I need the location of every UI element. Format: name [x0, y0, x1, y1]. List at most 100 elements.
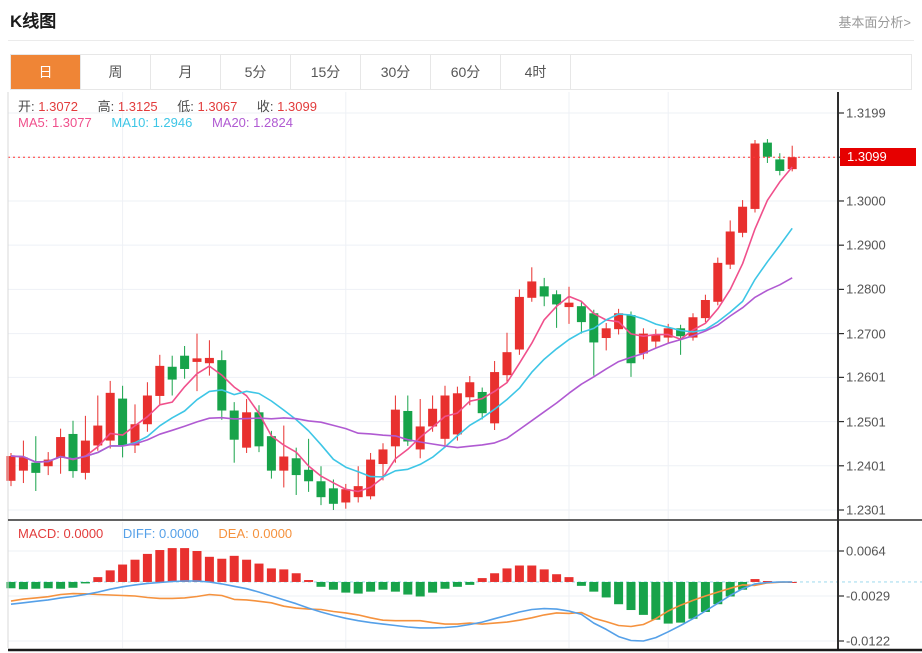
macd-histogram-bar	[676, 581, 686, 623]
candle-body	[601, 328, 611, 339]
ma20-label: MA20:	[211, 115, 250, 130]
ma10-value: 1.2946	[152, 115, 193, 130]
diff-value: 0.0000	[159, 526, 199, 541]
macd-histogram-bar	[155, 550, 165, 582]
macd-histogram-bar	[539, 569, 549, 582]
candle-body	[118, 398, 128, 446]
candle-body	[403, 410, 413, 442]
candle-body	[18, 457, 28, 471]
macd-axis-label: -0.0122	[846, 633, 891, 649]
close-label: 收:	[256, 99, 274, 114]
macd-histogram-bar	[80, 581, 90, 584]
diff-line	[10, 580, 793, 642]
macd-histogram-bar	[750, 579, 760, 582]
price-axis-label: 1.2401	[846, 458, 886, 474]
candle-body	[465, 382, 475, 398]
macd-histogram-bar	[217, 558, 227, 582]
macd-histogram-bar	[130, 559, 140, 582]
macd-histogram-bar	[452, 581, 462, 587]
candle-body	[155, 365, 165, 396]
price-axis-label: 1.3000	[846, 193, 886, 209]
ma-legend-row: MA5: 1.3077 MA10: 1.2946 MA20: 1.2824	[18, 115, 309, 130]
price-axis-label: 1.2501	[846, 414, 886, 430]
ma10-label: MA10:	[111, 115, 149, 130]
macd-histogram-bar	[477, 578, 487, 582]
candle-body	[304, 469, 314, 482]
macd-histogram-bar	[18, 581, 28, 590]
macd-axis-label: -0.0029	[846, 588, 891, 604]
candle-body	[750, 143, 760, 209]
candle-body	[204, 357, 214, 364]
dea-line	[10, 581, 793, 628]
macd-histogram-bar	[266, 568, 276, 582]
candle-body	[68, 433, 78, 472]
high-label: 高:	[97, 99, 115, 114]
ma20-value: 1.2824	[253, 115, 293, 130]
macd-histogram-bar	[291, 573, 301, 582]
macd-histogram-bar	[328, 581, 338, 590]
macd-histogram-bar	[204, 556, 214, 582]
macd-histogram-bar	[390, 581, 400, 592]
candle-body	[192, 358, 202, 362]
macd-histogram-bar	[514, 565, 524, 582]
macd-histogram-bar	[56, 581, 66, 589]
high-value: 1.3125	[117, 99, 158, 114]
ma10-line	[10, 227, 793, 478]
macd-histogram-bar	[43, 581, 53, 589]
candle-body	[738, 206, 748, 233]
macd-histogram-bar	[576, 581, 586, 586]
candle-body	[180, 355, 190, 369]
macd-histogram-bar	[93, 577, 103, 582]
macd-histogram-bar	[589, 581, 599, 592]
macd-histogram-bar	[651, 581, 661, 620]
macd-histogram-bar	[279, 569, 289, 582]
macd-legend-row: MACD: 0.0000 DIFF: 0.0000 DEA: 0.0000	[18, 526, 308, 541]
macd-histogram-bar	[564, 577, 574, 582]
candle-body	[31, 462, 41, 473]
price-axis-label: 1.2900	[846, 237, 886, 253]
candle-body	[564, 302, 574, 308]
candle-body	[229, 410, 239, 440]
low-label: 低:	[177, 99, 194, 114]
macd-histogram-bar	[31, 581, 41, 589]
macd-histogram-bar	[118, 564, 128, 582]
macd-axis-label: 0.0064	[846, 543, 886, 559]
ma20-line	[10, 277, 793, 463]
macd-histogram-bar	[229, 555, 239, 582]
dea-label: DEA:	[218, 526, 249, 541]
candle-body	[341, 489, 351, 503]
macd-histogram-bar	[428, 581, 438, 593]
macd-histogram-bar	[366, 581, 376, 592]
macd-histogram-bar	[502, 568, 512, 582]
candle-body	[390, 409, 400, 447]
candle-body	[502, 352, 512, 376]
macd-histogram-bar	[440, 581, 450, 589]
open-label: 开:	[18, 99, 35, 114]
macd-histogram-bar	[353, 581, 363, 594]
candle-body	[328, 488, 338, 504]
macd-histogram-bar	[601, 581, 611, 598]
macd-histogram-bar	[663, 581, 673, 624]
macd-histogram-bar	[465, 581, 475, 585]
macd-histogram-bar	[167, 548, 177, 582]
candle-body	[490, 372, 500, 424]
candle-body	[775, 159, 785, 171]
open-value: 1.3072	[38, 99, 79, 114]
low-value: 1.3067	[197, 99, 238, 114]
candle-body	[217, 360, 227, 411]
ma5-label: MA5:	[18, 115, 49, 130]
macd-histogram-bar	[527, 565, 537, 582]
candle-body	[167, 366, 177, 380]
price-axis-label: 1.3199	[846, 105, 886, 121]
macd-histogram-bar	[105, 570, 115, 582]
diff-label: DIFF:	[122, 526, 156, 541]
ma5-value: 1.3077	[51, 115, 92, 130]
macd-value: 0.0000	[63, 526, 104, 541]
candle-body	[242, 412, 252, 448]
candle-body	[700, 300, 710, 319]
macd-histogram-bar	[638, 581, 648, 615]
candle-body	[56, 437, 66, 458]
candle-body	[366, 459, 376, 497]
macd-histogram-bar	[316, 581, 326, 587]
price-axis-label: 1.2301	[846, 502, 886, 518]
